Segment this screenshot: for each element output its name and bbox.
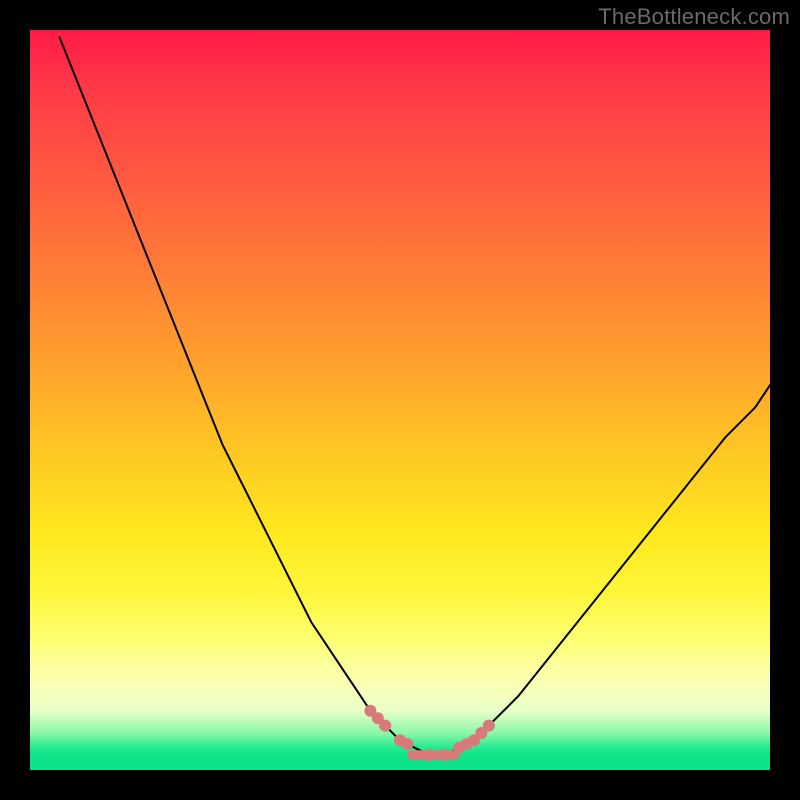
curve-marker-dot [401,738,413,750]
plot-area [30,30,770,770]
watermark-text: TheBottleneck.com [598,4,790,30]
curve-svg [30,30,770,770]
chart-frame: TheBottleneck.com [0,0,800,800]
bottleneck-curve-line [60,37,770,755]
optimal-zone-bar [407,750,459,760]
curve-marker-dot [379,720,391,732]
curve-marker-dot [483,720,495,732]
